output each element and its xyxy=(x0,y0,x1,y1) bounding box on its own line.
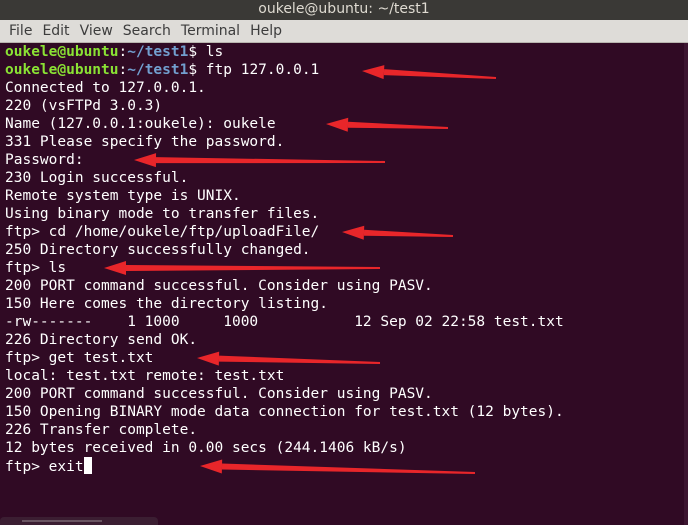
output-text: -rw------- 1 1000 1000 12 Sep 02 22:58 t… xyxy=(5,314,564,330)
output-text: 226 Directory send OK. xyxy=(5,332,198,348)
terminal-line: oukele@ubuntu:~/test1$ ls xyxy=(5,43,684,61)
terminal-line: 226 Transfer complete. xyxy=(5,421,684,439)
terminal-line: 331 Please specify the password. xyxy=(5,133,684,151)
output-text: ftp> ls xyxy=(5,260,67,276)
prompt-path: ~/test1 xyxy=(127,44,189,60)
output-text: 200 PORT command successful. Consider us… xyxy=(5,278,433,294)
terminal-line: ftp> exit xyxy=(5,457,684,475)
menu-terminal[interactable]: Terminal xyxy=(176,20,245,42)
terminal-line: oukele@ubuntu:~/test1$ ftp 127.0.0.1 xyxy=(5,61,684,79)
window-title: oukele@ubuntu: ~/test1 xyxy=(258,1,430,17)
prompt-colon: : xyxy=(118,62,128,78)
terminal-line: 230 Login successful. xyxy=(5,169,684,187)
output-text: ftp> get test.txt xyxy=(5,350,154,366)
terminal-line: 150 Opening BINARY mode data connection … xyxy=(5,403,684,421)
menu-search[interactable]: Search xyxy=(118,20,176,42)
menu-help[interactable]: Help xyxy=(245,20,287,42)
output-text: 150 Here comes the directory listing. xyxy=(5,296,329,312)
output-text: local: test.txt remote: test.txt xyxy=(5,368,285,384)
output-text: 230 Login successful. xyxy=(5,170,189,186)
terminal-line: 12 bytes received in 0.00 secs (244.1406… xyxy=(5,439,684,457)
taskbar-tab xyxy=(0,517,158,525)
prompt-user-host: oukele@ubuntu xyxy=(5,62,119,78)
terminal-line: 200 PORT command successful. Consider us… xyxy=(5,385,684,403)
window-title-bar[interactable]: oukele@ubuntu: ~/test1 xyxy=(0,0,688,20)
terminal-output[interactable]: oukele@ubuntu:~/test1$ ls oukele@ubuntu:~… xyxy=(5,43,684,475)
output-text: Name (127.0.0.1:oukele): oukele xyxy=(5,116,276,132)
terminal-line: Connected to 127.0.0.1. xyxy=(5,79,684,97)
prompt-colon: : xyxy=(118,44,128,60)
output-text: 250 Directory successfully changed. xyxy=(5,242,311,258)
terminal-line: ftp> cd /home/oukele/ftp/uploadFile/ xyxy=(5,223,684,241)
prompt-path: ~/test1 xyxy=(127,62,189,78)
terminal-line: 250 Directory successfully changed. xyxy=(5,241,684,259)
text-cursor xyxy=(83,457,92,474)
terminal-line: Name (127.0.0.1:oukele): oukele xyxy=(5,115,684,133)
output-text: 150 Opening BINARY mode data connection … xyxy=(5,404,564,420)
command-text: $ ftp 127.0.0.1 xyxy=(188,62,320,78)
terminal-line: ftp> ls xyxy=(5,259,684,277)
terminal-scrollbar[interactable] xyxy=(684,43,688,525)
menu-view[interactable]: View xyxy=(75,20,118,42)
output-text: Remote system type is UNIX. xyxy=(5,188,241,204)
prompt-user-host: oukele@ubuntu xyxy=(5,44,119,60)
current-input: ftp> exit xyxy=(5,459,84,475)
terminal-line: 220 (vsFTPd 3.0.3) xyxy=(5,97,684,115)
terminal-line: Using binary mode to transfer files. xyxy=(5,205,684,223)
output-text: Using binary mode to transfer files. xyxy=(5,206,320,222)
output-text: Connected to 127.0.0.1. xyxy=(5,80,206,96)
command-text: $ ls xyxy=(188,44,224,60)
output-text: 200 PORT command successful. Consider us… xyxy=(5,386,433,402)
terminal-line: 226 Directory send OK. xyxy=(5,331,684,349)
output-text: 331 Please specify the password. xyxy=(5,134,285,150)
menu-bar: File Edit View Search Terminal Help xyxy=(0,20,688,43)
terminal-line: Password: xyxy=(5,151,684,169)
terminal-line: 200 PORT command successful. Consider us… xyxy=(5,277,684,295)
menu-edit[interactable]: Edit xyxy=(37,20,74,42)
menu-file[interactable]: File xyxy=(0,20,37,42)
output-text: Password: xyxy=(5,152,84,168)
terminal-line: Remote system type is UNIX. xyxy=(5,187,684,205)
terminal-line: local: test.txt remote: test.txt xyxy=(5,367,684,385)
output-text: 220 (vsFTPd 3.0.3) xyxy=(5,98,163,114)
terminal-line: -rw------- 1 1000 1000 12 Sep 02 22:58 t… xyxy=(5,313,684,331)
output-text: 226 Transfer complete. xyxy=(5,422,198,438)
output-text: ftp> cd /home/oukele/ftp/uploadFile/ xyxy=(5,224,320,240)
output-text: 12 bytes received in 0.00 secs (244.1406… xyxy=(5,440,407,456)
terminal-line: ftp> get test.txt xyxy=(5,349,684,367)
terminal-line: 150 Here comes the directory listing. xyxy=(5,295,684,313)
